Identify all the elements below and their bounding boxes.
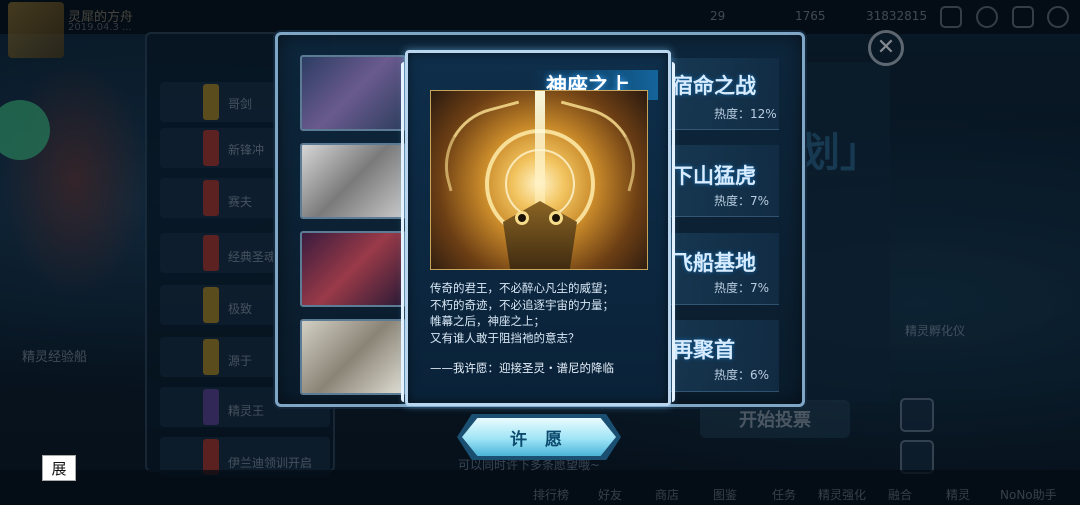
card-frame-right — [667, 62, 675, 402]
card-artwork — [430, 90, 648, 270]
wish-slot-heat: 热度：6% — [714, 368, 770, 382]
card-poem-line: 传奇的君王，不必醉心凡尘的威望； — [430, 281, 614, 295]
card-poem-line: 不朽的奇迹，不必追逐宇宙的力量； — [430, 297, 614, 312]
wish-thumbnail-3[interactable] — [300, 231, 406, 307]
wish-slot-heat: 热度：7% — [714, 281, 770, 295]
card-poem-line: 帷幕之后，神座之上； — [430, 314, 545, 328]
wish-slot-heat: 热度：7% — [714, 194, 770, 208]
wish-thumbnail-1[interactable] — [300, 55, 406, 131]
art-eye-left — [515, 211, 529, 225]
wish-slot-name: 再聚首 — [672, 338, 735, 362]
card-signature: ——我许愿：迎接圣灵・谱尼的降临 — [430, 361, 614, 375]
expand-tag[interactable]: 展 — [42, 455, 76, 481]
card-poem: 传奇的君王，不必醉心凡尘的威望； 不朽的奇迹，不必追逐宇宙的力量； 帷幕之后，神… — [430, 280, 650, 346]
art-eye-right — [549, 211, 563, 225]
card-poem-line: 又有谁人敢于阻挡祂的意志？ — [430, 330, 580, 345]
card-frame-left — [401, 62, 409, 402]
make-wish-button[interactable]: 许 愿 — [462, 418, 616, 456]
wish-slot-name: 飞船基地 — [672, 251, 756, 275]
wish-thumbnail-2[interactable] — [300, 143, 406, 219]
wish-slot-name: 宿命之战 — [672, 74, 756, 98]
wish-thumbnail-4[interactable] — [300, 319, 406, 395]
wish-slot-name: 下山猛虎 — [672, 164, 756, 188]
wish-slot-heat: 热度：12% — [714, 107, 777, 121]
